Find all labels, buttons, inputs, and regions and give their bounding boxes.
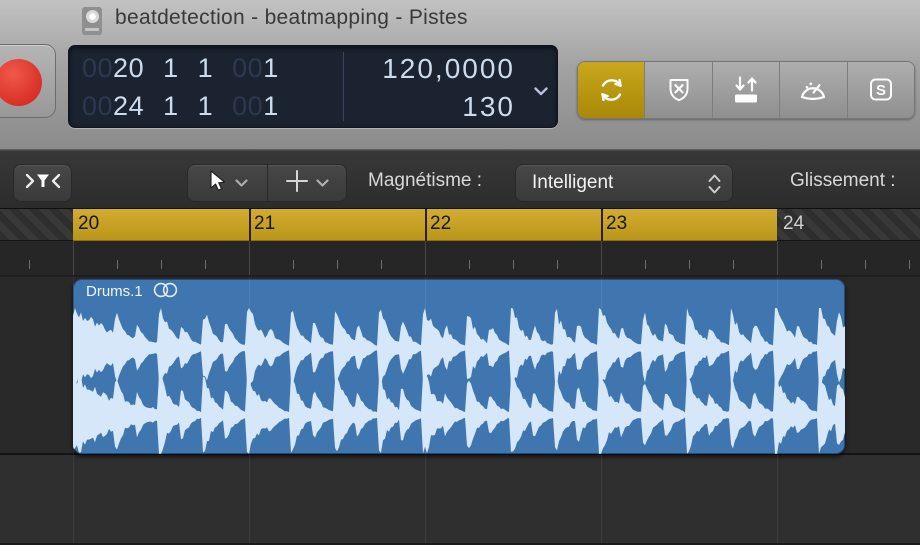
bar-line — [601, 241, 602, 275]
mode-button-group: S — [577, 61, 915, 119]
magnetism-value: Intelligent — [532, 172, 613, 194]
bar-number: 22 — [430, 213, 451, 235]
gauge-icon — [798, 75, 828, 105]
solo-icon: S — [866, 75, 896, 105]
cycle-end-position[interactable]: 002411001 — [82, 87, 279, 126]
beat-tick — [909, 260, 910, 269]
beat-tick — [205, 260, 206, 269]
bar-grid-line — [249, 277, 250, 543]
beat-tick — [733, 260, 734, 269]
svg-text:S: S — [876, 82, 886, 99]
beat-tick — [645, 260, 646, 269]
region-header: Drums.1 — [73, 279, 845, 304]
beat-tick — [689, 260, 690, 269]
bar-grid-line — [601, 277, 602, 543]
beat-tick — [821, 260, 822, 269]
cycle-button[interactable] — [578, 62, 645, 118]
record-button[interactable] — [0, 44, 56, 118]
empty-track-lane — [0, 455, 920, 543]
bar-tick — [249, 209, 251, 241]
left-click-tool-menu[interactable] — [188, 165, 268, 201]
bar-line — [73, 241, 74, 275]
stereo-interlocked-circles-icon — [152, 282, 179, 302]
magnetism-label: Magnétisme : — [368, 151, 482, 210]
magnetism-dropdown[interactable]: Intelligent — [515, 164, 733, 202]
control-bar: beatdetection - beatmapping - Pistes 002… — [0, 0, 920, 150]
bar-number: 23 — [606, 213, 627, 235]
bar-line — [425, 241, 426, 275]
replace-button[interactable] — [645, 62, 712, 118]
command-click-tool-menu[interactable] — [268, 165, 347, 201]
beat-ruler[interactable] — [0, 241, 920, 276]
tracks-area: Drums.1 — [0, 276, 920, 545]
catch-playhead-icon — [24, 172, 62, 195]
project-icon — [82, 7, 102, 35]
tempo-secondary-value[interactable]: 130 — [462, 87, 515, 126]
beat-tick — [865, 260, 866, 269]
bar-grid-line — [777, 277, 778, 543]
shield-x-icon — [664, 75, 694, 105]
stereo-waveform — [73, 304, 845, 454]
audio-region-drums[interactable]: Drums.1 — [73, 279, 845, 454]
bar-line — [249, 241, 250, 275]
punch-arrows-icon — [731, 75, 761, 105]
autopunch-button[interactable] — [713, 62, 780, 118]
beat-tick — [161, 260, 162, 269]
drag-label: Glissement : — [790, 151, 896, 210]
tool-menus — [187, 164, 347, 202]
bar-tick — [601, 209, 603, 241]
window-title: beatdetection - beatmapping - Pistes — [115, 6, 468, 30]
low-latency-button[interactable] — [780, 62, 847, 118]
chevron-down-icon — [235, 174, 248, 192]
beat-tick — [293, 260, 294, 269]
catch-playhead-button[interactable] — [13, 164, 72, 202]
marquee-crosshair-icon — [285, 169, 309, 198]
bar-number: 24 — [783, 213, 804, 235]
bar-line — [777, 241, 778, 275]
cycle-region-band[interactable]: 20 21 22 23 — [73, 209, 777, 241]
beat-tick — [513, 260, 514, 269]
beat-tick — [469, 260, 470, 269]
beat-tick — [557, 260, 558, 269]
beat-tick — [337, 260, 338, 269]
cycle-start-position[interactable]: 002011001 — [82, 49, 279, 88]
chevron-down-icon — [316, 174, 329, 192]
bar-number: 21 — [254, 213, 275, 235]
bar-tick — [425, 209, 427, 241]
bar-grid-line — [425, 277, 426, 543]
logic-pro-window: beatdetection - beatmapping - Pistes 002… — [0, 0, 920, 545]
bar-number: 20 — [78, 213, 99, 235]
record-icon — [0, 59, 42, 106]
beat-tick — [381, 260, 382, 269]
lcd-chevron-down-icon[interactable] — [534, 83, 548, 101]
bar-ruler[interactable]: 20 21 22 23 24 — [0, 209, 920, 241]
cycle-loop-icon — [596, 75, 627, 105]
region-name: Drums.1 — [86, 283, 143, 300]
beat-tick — [117, 260, 118, 269]
lcd-divider — [343, 52, 344, 121]
lcd-display[interactable]: 002011001 002411001 120,0000 130 — [68, 45, 558, 128]
bar-grid-line — [73, 277, 74, 543]
beat-tick — [29, 260, 30, 269]
tempo-value[interactable]: 120,0000 — [382, 49, 515, 88]
updown-chevron-icon — [708, 173, 721, 201]
pointer-tool-icon — [206, 169, 228, 198]
tracks-toolbar: Magnétisme : Intelligent Glissement : — [0, 150, 920, 209]
solo-button[interactable]: S — [848, 62, 914, 118]
